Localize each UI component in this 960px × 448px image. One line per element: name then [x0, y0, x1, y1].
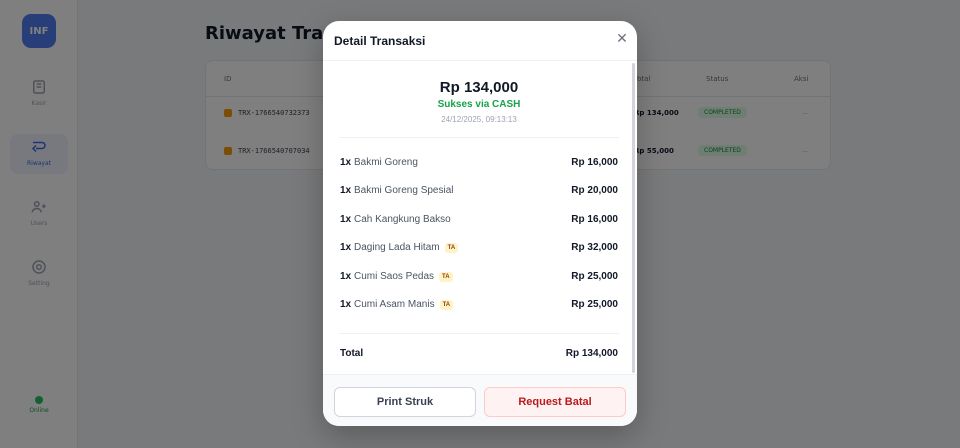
takeaway-badge: TA — [444, 243, 459, 254]
list-item: 1x Bakmi Goreng Spesial Rp 20,000 — [339, 177, 619, 205]
item-qty: 1x — [340, 242, 352, 254]
transaction-detail-modal: Detail Transaksi ✕ Rp 134,000 Sukses via… — [323, 21, 637, 426]
takeaway-badge: TA — [439, 299, 454, 310]
item-price: Rp 25,000 — [571, 270, 618, 282]
item-name: Daging Lada Hitam TA — [354, 242, 459, 254]
print-receipt-button[interactable]: Print Struk — [334, 387, 476, 417]
item-qty: 1x — [340, 157, 352, 168]
list-item: 1x Cumi Asam Manis TA Rp 25,000 — [339, 291, 619, 319]
transaction-date: 24/12/2025, 09:13:13 — [441, 115, 517, 124]
item-list: 1x Bakmi Goreng Rp 16,000 1x Bakmi Goren… — [339, 149, 619, 319]
item-price: Rp 32,000 — [571, 242, 618, 254]
modal-title: Detail Transaksi — [334, 34, 426, 48]
item-qty: 1x — [340, 185, 352, 197]
list-item: 1x Bakmi Goreng Rp 16,000 — [339, 149, 619, 177]
item-price: Rp 16,000 — [571, 213, 618, 225]
transaction-amount: Rp 134,000 — [439, 79, 519, 96]
payment-status: Sukses via CASH — [437, 99, 521, 110]
item-qty: 1x — [340, 298, 352, 310]
modal-footer: Print Struk Request Batal — [323, 374, 637, 426]
item-name: Cah Kangkung Bakso — [354, 213, 451, 225]
close-icon[interactable]: ✕ — [616, 32, 628, 46]
item-name: Bakmi Goreng Spesial — [354, 185, 454, 197]
transaction-summary: Rp 134,000 Sukses via CASH 24/12/2025, 0… — [339, 61, 619, 138]
modal-header: Detail Transaksi ✕ — [323, 21, 637, 61]
takeaway-badge: TA — [439, 271, 453, 282]
modal-scrollbar[interactable] — [632, 63, 635, 373]
total-label: Total — [340, 348, 364, 359]
item-name: Bakmi Goreng — [354, 157, 418, 168]
request-cancel-button[interactable]: Request Batal — [484, 387, 626, 417]
modal-body: Rp 134,000 Sukses via CASH 24/12/2025, 0… — [323, 61, 637, 374]
item-price: Rp 16,000 — [571, 157, 618, 168]
list-item: 1x Daging Lada Hitam TA Rp 32,000 — [339, 234, 619, 262]
item-qty: 1x — [340, 213, 352, 225]
list-item: 1x Cah Kangkung Bakso Rp 16,000 — [339, 206, 619, 234]
item-name: Cumi Saos Pedas TA — [354, 271, 453, 282]
list-item: 1x Cumi Saos Pedas TA Rp 25,000 — [339, 263, 619, 291]
item-name: Cumi Asam Manis TA — [354, 299, 454, 310]
item-qty: 1x — [340, 270, 352, 282]
item-price: Rp 20,000 — [571, 185, 618, 197]
item-price: Rp 25,000 — [571, 298, 618, 310]
total-value: Rp 134,000 — [565, 348, 618, 359]
total-row: Total Rp 134,000 — [339, 333, 619, 371]
